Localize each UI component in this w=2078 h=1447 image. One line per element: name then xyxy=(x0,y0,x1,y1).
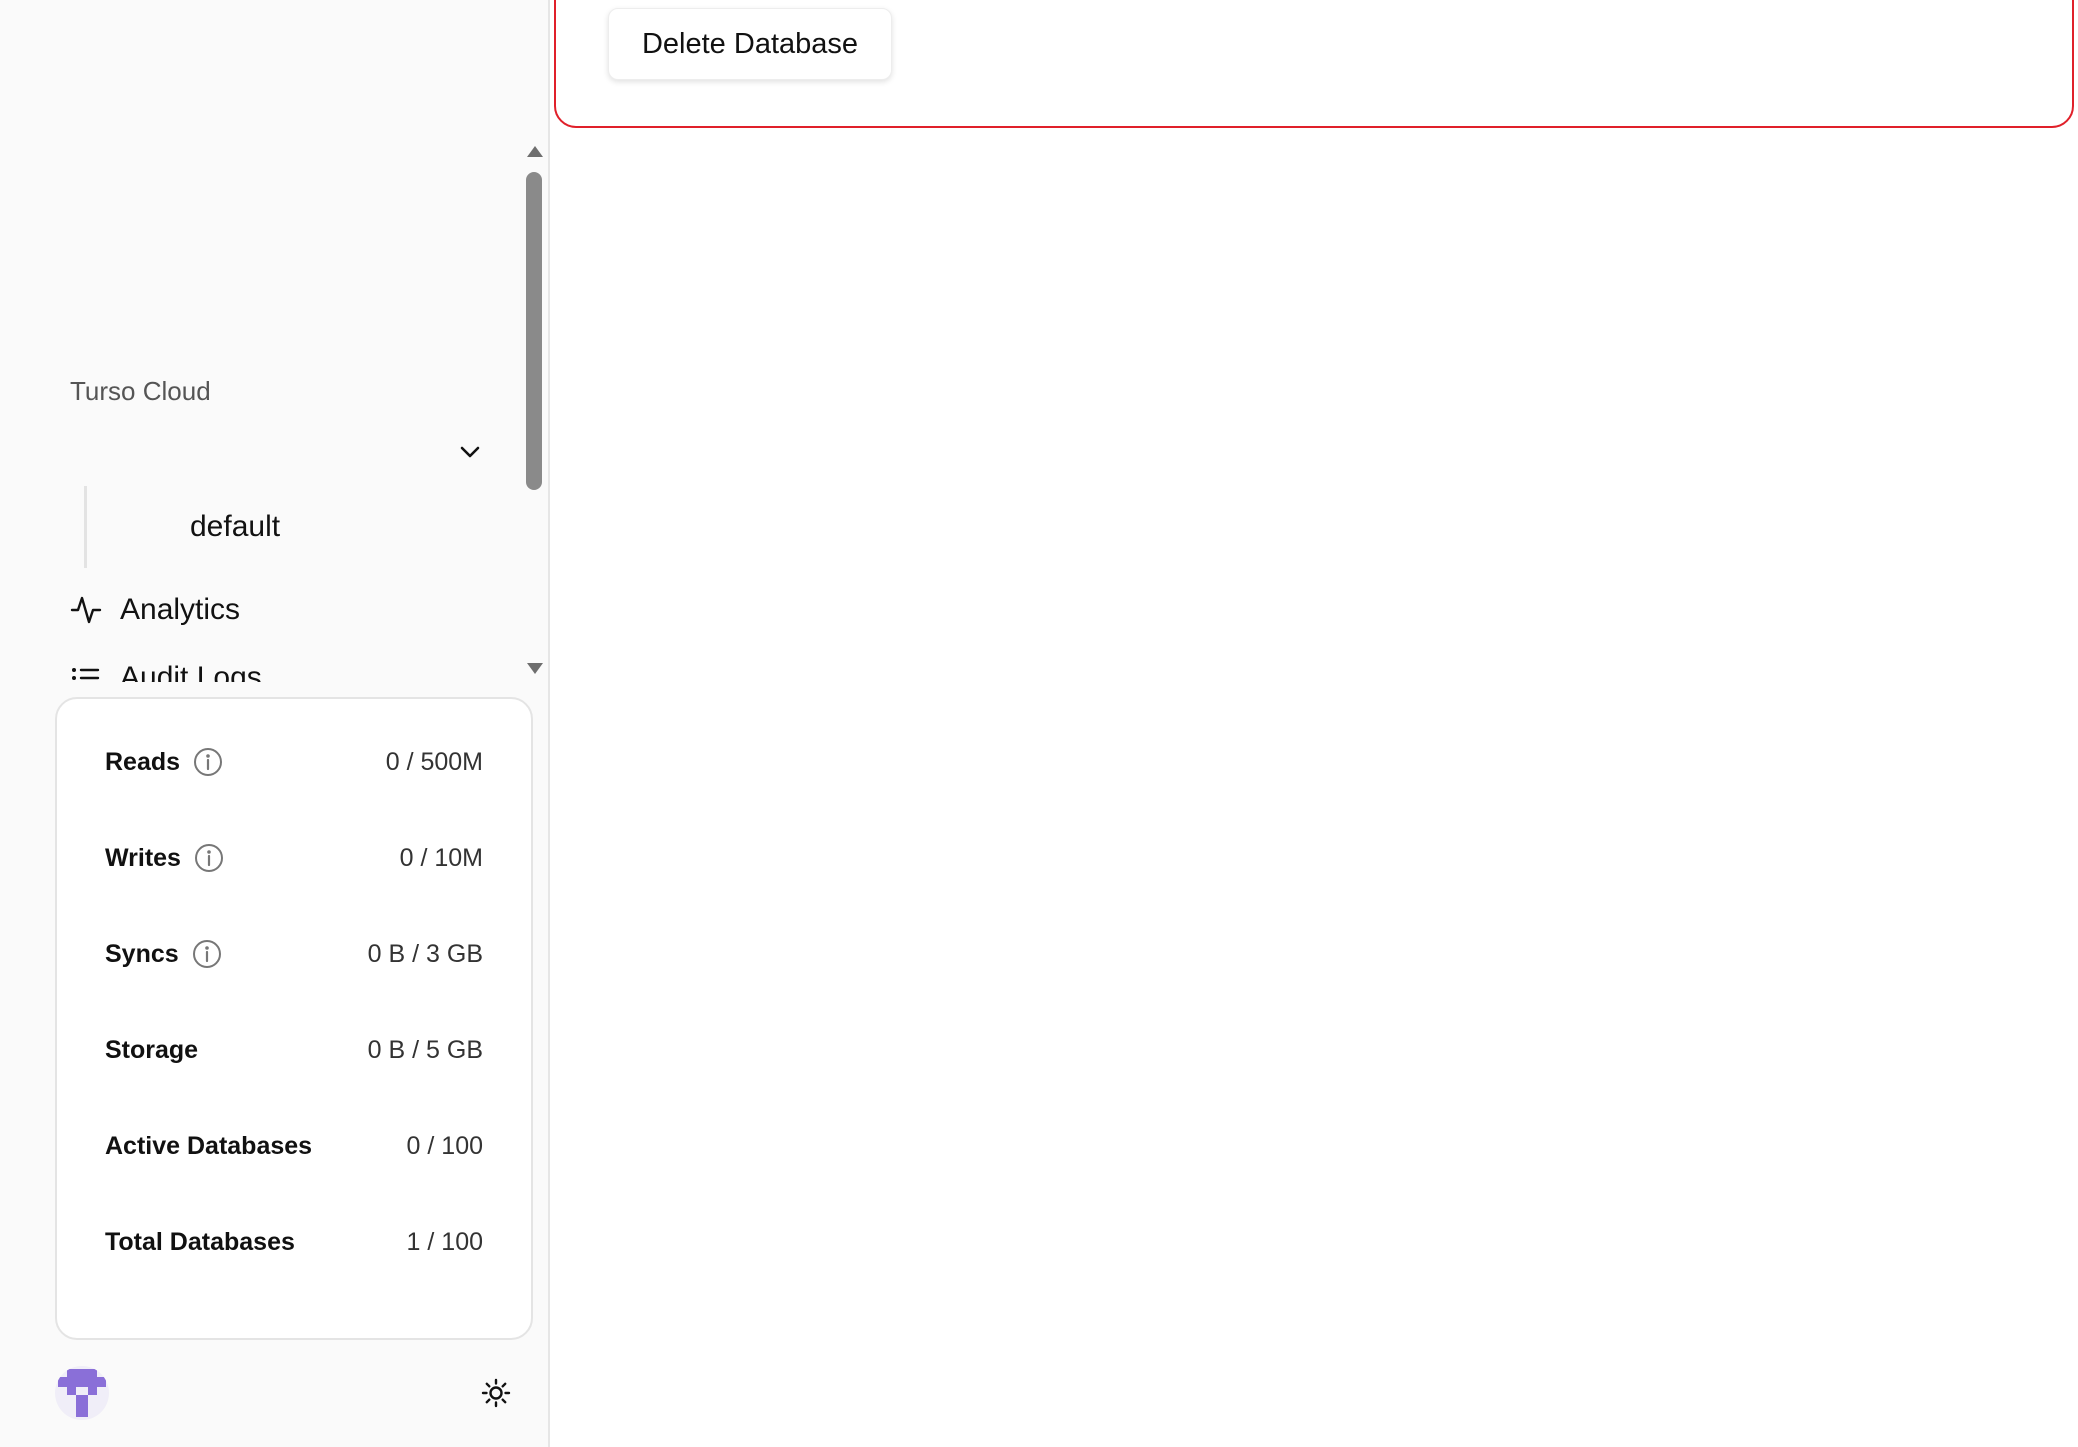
user-avatar[interactable] xyxy=(55,1366,109,1420)
sidebar-item-label: Audit Logs xyxy=(120,661,262,682)
sun-icon xyxy=(481,1378,511,1408)
theme-toggle-button[interactable] xyxy=(479,1376,513,1410)
sidebar-item-audit-logs[interactable]: Audit Logs xyxy=(70,658,262,682)
usage-row-active-databases: Active Databases 0 / 100 xyxy=(105,1126,483,1166)
scroll-up-arrow[interactable] xyxy=(527,146,543,157)
danger-zone-panel: Delete Database xyxy=(554,0,2074,128)
usage-value: 0 B / 3 GB xyxy=(367,939,483,968)
sidebar-item-default[interactable]: default xyxy=(190,510,280,544)
usage-name: Syncs xyxy=(105,939,179,968)
usage-row-writes: Writes 0 / 10M xyxy=(105,838,483,878)
org-toggle-button[interactable] xyxy=(456,438,484,466)
usage-name: Active Databases xyxy=(105,1131,313,1160)
sidebar-item-analytics[interactable]: Analytics xyxy=(70,590,240,630)
sidebar-scrollbar[interactable] xyxy=(522,140,546,682)
sidebar-footer xyxy=(55,1366,533,1426)
usage-value: 0 / 500M xyxy=(385,747,483,776)
usage-name: Reads xyxy=(105,747,181,776)
chevron-down-icon xyxy=(460,446,480,458)
scroll-thumb[interactable] xyxy=(526,172,542,490)
usage-value: 0 / 10M xyxy=(399,843,483,872)
sidebar-nav: Turso Cloud default Analytics Audit Logs xyxy=(0,140,520,682)
org-name: Turso Cloud xyxy=(70,376,211,406)
usage-value: 0 B / 5 GB xyxy=(367,1035,483,1064)
sidebar: Turso Cloud default Analytics Audit Logs xyxy=(0,0,550,1447)
activity-icon xyxy=(70,596,102,624)
delete-database-button[interactable]: Delete Database xyxy=(608,8,892,80)
scroll-down-arrow[interactable] xyxy=(527,663,543,674)
sidebar-item-label: Analytics xyxy=(120,593,241,626)
usage-value: 0 / 100 xyxy=(406,1131,483,1160)
usage-name: Total Databases xyxy=(105,1227,295,1256)
usage-name: Storage xyxy=(105,1035,199,1064)
main-content: Delete Database xyxy=(552,0,2078,1447)
usage-row-storage: Storage 0 B / 5 GB xyxy=(105,1030,483,1070)
usage-row-syncs: Syncs 0 B / 3 GB xyxy=(105,934,483,974)
info-icon[interactable] xyxy=(193,842,225,874)
usage-name: Writes xyxy=(105,843,181,872)
usage-row-reads: Reads 0 / 500M xyxy=(105,742,483,782)
usage-row-total-databases: Total Databases 1 / 100 xyxy=(105,1222,483,1262)
usage-card: Reads 0 / 500M Writes 0 / 10M Syncs 0 B … xyxy=(55,697,533,1340)
user-avatar-icon xyxy=(58,1369,106,1417)
info-icon[interactable] xyxy=(191,938,223,970)
info-icon[interactable] xyxy=(192,746,224,778)
usage-value: 1 / 100 xyxy=(406,1227,483,1256)
group-tree-line xyxy=(84,486,87,568)
list-icon xyxy=(72,668,100,680)
